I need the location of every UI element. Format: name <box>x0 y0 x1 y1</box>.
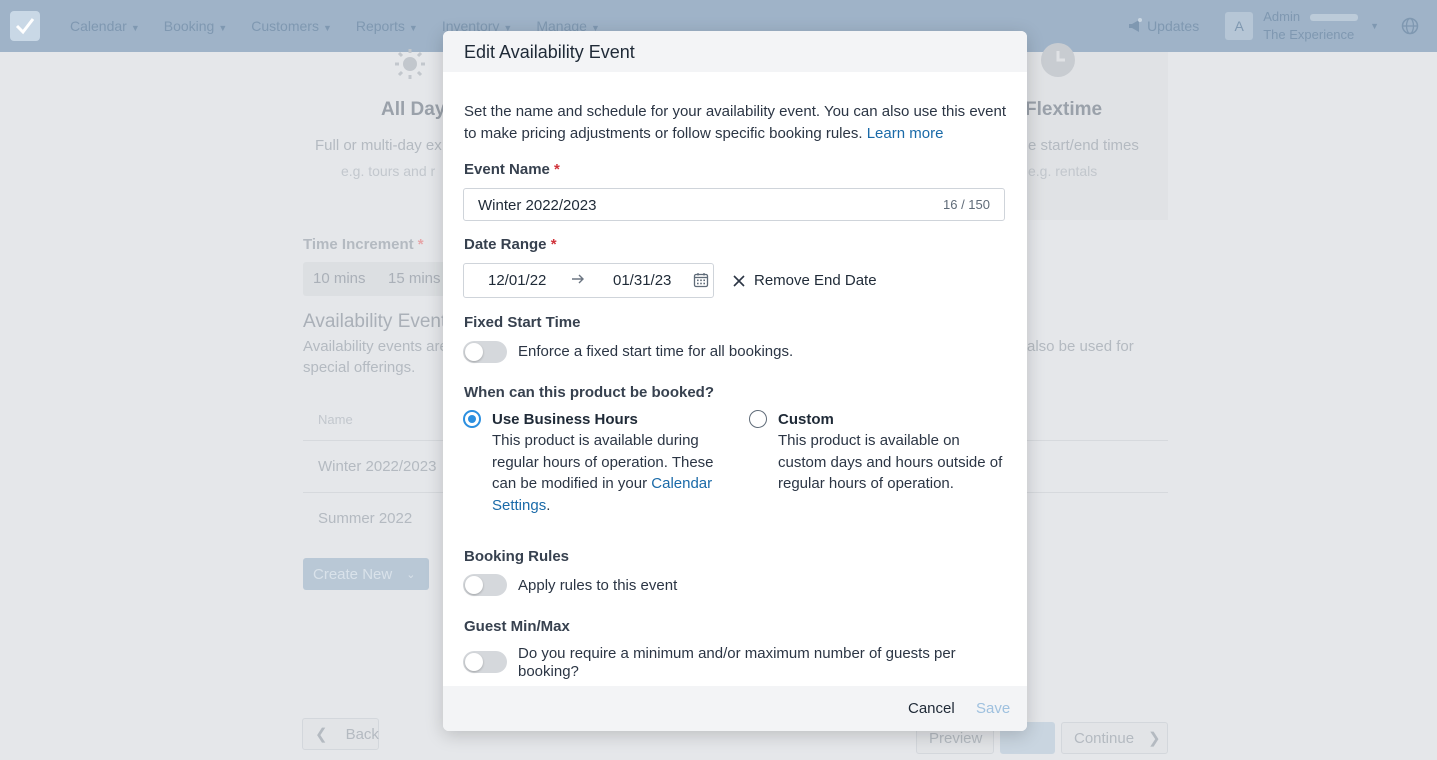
chevron-down-icon: ▼ <box>322 23 332 33</box>
guest-minmax-text: Do you require a minimum and/or maximum … <box>518 645 956 680</box>
edit-availability-modal: Edit Availability Event Set the name and… <box>443 31 1027 731</box>
table-row[interactable]: Summer 2022 <box>318 510 412 527</box>
increment-15[interactable]: 15 mins <box>388 270 441 287</box>
arrow-right-icon <box>572 274 584 284</box>
app-logo-icon[interactable] <box>10 11 40 41</box>
user-company: The Experience <box>1263 27 1355 42</box>
nav-reports[interactable]: Reports ▼ <box>356 18 418 34</box>
redacted-user-name <box>1310 13 1359 21</box>
learn-more-link[interactable]: Learn more <box>867 125 944 142</box>
updates-button[interactable]: Updates <box>1127 18 1199 34</box>
clock-icon <box>1041 43 1075 77</box>
chevron-down-icon: ⌄ <box>406 568 416 581</box>
booking-rules-label: Booking Rules <box>464 548 570 565</box>
modal-footer: Cancel Save <box>443 686 1027 731</box>
start-date[interactable]: 12/01/22 <box>488 272 546 289</box>
user-menu[interactable]: Admin The Experience <box>1263 8 1359 44</box>
megaphone-icon <box>1129 18 1143 32</box>
all-day-title: All Day <box>381 99 446 120</box>
chevron-down-icon: ▼ <box>218 23 228 33</box>
booking-rules-toggle[interactable] <box>463 574 507 596</box>
toggle-knob <box>465 343 483 361</box>
nav-calendar[interactable]: Calendar ▼ <box>70 18 140 34</box>
availability-events-desc: Availability events are <box>303 338 448 355</box>
guest-minmax-label: Guest Min/Max <box>464 618 570 635</box>
sun-icon <box>395 49 425 79</box>
guest-minmax-toggle[interactable] <box>463 651 507 673</box>
close-icon <box>733 274 745 287</box>
fixed-start-text: Enforce a fixed start time for all booki… <box>518 343 794 360</box>
chevron-down-icon: ▼ <box>130 23 140 33</box>
time-increment-selector[interactable]: 10 mins 15 mins <box>303 262 453 296</box>
chevron-down-icon[interactable]: ▼ <box>1370 21 1379 31</box>
cancel-button[interactable]: Cancel <box>908 700 955 717</box>
modal-header: Edit Availability Event <box>443 31 1027 72</box>
business-hours-desc: This product is available during regular… <box>492 432 714 514</box>
nav-booking[interactable]: Booking ▼ <box>164 18 228 34</box>
char-count: 16 / 150 <box>943 197 990 212</box>
custom-radio[interactable] <box>749 410 767 428</box>
when-booked-label: When can this product be booked? <box>464 384 715 401</box>
date-range-picker[interactable]: 12/01/22 01/31/23 <box>463 263 714 298</box>
toggle-knob <box>465 653 483 671</box>
chevron-left-icon: ❮ <box>315 726 328 743</box>
nav-customers[interactable]: Customers ▼ <box>251 18 332 34</box>
availability-events-desc-2: special offerings. <box>303 359 416 376</box>
flextime-desc: e start/end times <box>1028 137 1139 154</box>
remove-end-date-button[interactable]: Remove End Date <box>732 272 877 289</box>
table-row[interactable]: Winter 2022/2023 <box>318 458 436 475</box>
calendar-icon[interactable] <box>693 272 709 288</box>
availability-events-desc-right: also be used for <box>1027 338 1134 355</box>
fixed-start-toggle[interactable] <box>463 341 507 363</box>
fixed-start-label: Fixed Start Time <box>464 314 581 331</box>
table-header-name: Name <box>318 412 353 427</box>
toggle-knob <box>465 576 483 594</box>
date-range-label: Date Range * <box>464 236 557 253</box>
increment-10[interactable]: 10 mins <box>313 270 366 287</box>
time-increment-label: Time Increment * <box>303 236 424 253</box>
globe-icon[interactable] <box>1401 17 1419 35</box>
save-button[interactable]: Save <box>976 700 1010 717</box>
event-name-input[interactable] <box>464 189 940 222</box>
business-hours-title[interactable]: Use Business Hours <box>492 411 638 428</box>
flextime-title: Flextime <box>1025 99 1103 120</box>
modal-intro: Set the name and schedule for your avail… <box>464 103 1007 142</box>
custom-title[interactable]: Custom <box>778 411 834 428</box>
create-new-button[interactable]: Create New ⌄ <box>303 558 429 590</box>
modal-title: Edit Availability Event <box>464 42 635 62</box>
all-day-example: e.g. tours and r <box>341 163 436 179</box>
event-name-field[interactable]: 16 / 150 <box>463 188 1005 222</box>
booking-rules-text: Apply rules to this event <box>518 577 678 594</box>
all-day-desc: Full or multi-day ex <box>315 137 442 154</box>
continue-button[interactable]: Continue ❯ <box>1061 722 1168 754</box>
avatar[interactable]: A <box>1225 12 1254 40</box>
custom-desc: This product is available on custom days… <box>778 432 1003 492</box>
end-date[interactable]: 01/31/23 <box>613 272 671 289</box>
back-button[interactable]: ❮ Back <box>302 718 379 750</box>
chevron-down-icon: ▼ <box>408 23 418 33</box>
event-name-label: Event Name * <box>464 161 560 178</box>
availability-events-title: Availability Events <box>303 311 456 332</box>
chevron-right-icon: ❯ <box>1148 730 1161 747</box>
flextime-example: e.g. rentals <box>1028 163 1098 179</box>
user-role: Admin <box>1263 9 1301 24</box>
business-hours-radio[interactable] <box>463 410 481 428</box>
